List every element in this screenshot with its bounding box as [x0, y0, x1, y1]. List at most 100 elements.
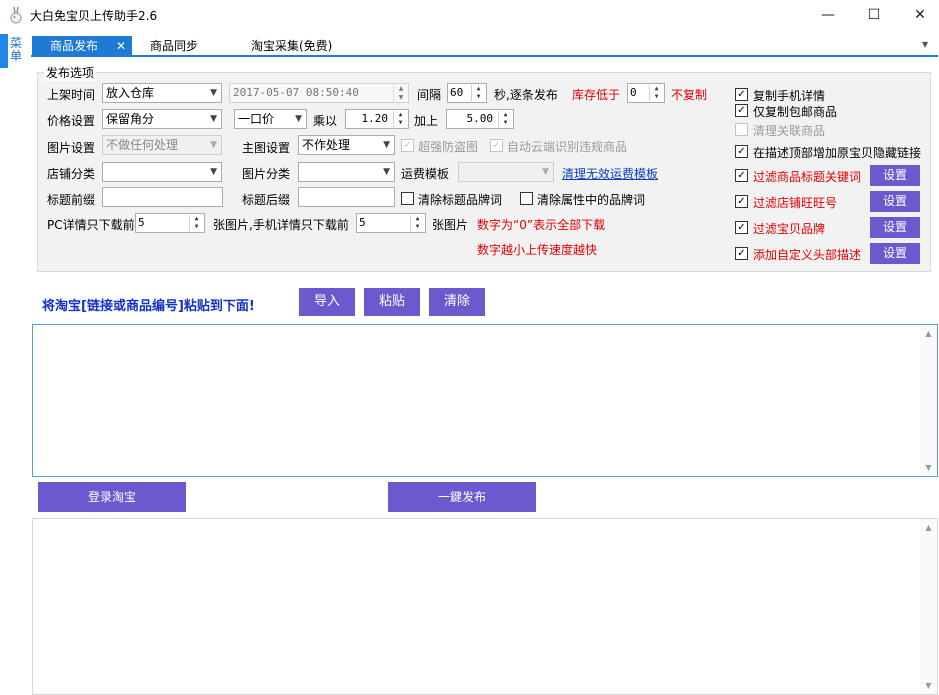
menu-toggle[interactable]: 菜单 [10, 37, 24, 63]
login-taobao-button[interactable]: 登录淘宝 [38, 482, 186, 512]
clear-button[interactable]: 清除 [429, 288, 485, 316]
link-input-area[interactable]: ▲ ▼ [32, 324, 938, 477]
clear-attr-brand-label: 清除属性中的品牌词 [537, 193, 646, 207]
mobile-detail-stepper[interactable]: 5 ▲ ▼ [356, 213, 426, 233]
tab-collect[interactable]: 淘宝采集(免费) [251, 36, 332, 56]
paste-hint: 将淘宝[链接或商品编号]粘贴到下面! [42, 299, 255, 314]
close-window-button[interactable]: ✕ [897, 0, 939, 30]
tab-close-icon[interactable]: ✕ [114, 36, 128, 56]
free-ship-checkbox[interactable]: ✓ [735, 104, 748, 117]
shipping-template-select[interactable]: ▼ [458, 162, 554, 182]
image-setting-label: 图片设置 [47, 141, 96, 155]
stock-value: 0 [630, 86, 637, 99]
stepper-arrows-icon[interactable]: ▲ ▼ [649, 85, 663, 101]
tab-sync[interactable]: 商品同步 [150, 36, 198, 56]
mobile-detail-suffix: 张图片 [432, 218, 469, 232]
interval-value: 60 [450, 86, 464, 99]
add-label: 加上 [414, 114, 439, 128]
clean-related-checkbox[interactable] [735, 123, 748, 136]
shop-category-select[interactable]: ▼ [102, 162, 222, 182]
chevron-down-icon: ▼ [383, 140, 390, 150]
price-rounding-value: 保留角分 [106, 112, 155, 126]
price-setting-label: 价格设置 [47, 114, 96, 128]
clear-attr-brand-checkbox[interactable] [520, 192, 533, 205]
tab-overflow-chevron-icon[interactable]: ▼ [922, 40, 928, 49]
chevron-down-icon: ▼ [210, 114, 217, 124]
scroll-up-icon[interactable]: ▲ [920, 329, 937, 338]
stepper-arrows-icon[interactable]: ▲ ▼ [498, 111, 512, 127]
close-icon: ✕ [914, 7, 926, 23]
download-note-speed: 数字越小上传速度越快 [477, 243, 598, 257]
datetime-spinner-icon[interactable]: ▲ ▼ [393, 84, 408, 102]
chevron-down-icon: ▼ [383, 167, 390, 177]
link-area-scrollbar[interactable]: ▲ ▼ [920, 325, 937, 476]
paste-button[interactable]: 粘贴 [364, 288, 420, 316]
list-time-value: 放入仓库 [106, 86, 155, 100]
image-mode-select[interactable]: 不做任何处理 ▼ [102, 135, 222, 155]
free-ship-label: 仅复制包邮商品 [753, 105, 838, 119]
main-image-value: 不作处理 [302, 138, 351, 152]
anti-theft-label: 超强防盗图 [418, 140, 479, 154]
filter-shop-ww-checkbox[interactable]: ✓ [735, 195, 748, 208]
stock-stepper[interactable]: 0 ▲ ▼ [627, 83, 665, 103]
copy-mobile-checkbox[interactable]: ✓ [735, 88, 748, 101]
multiply-label: 乘以 [313, 114, 338, 128]
one-click-publish-button[interactable]: 一鍵发布 [388, 482, 536, 512]
stepper-arrows-icon[interactable]: ▲ ▼ [189, 215, 203, 231]
minimize-button[interactable]: — [805, 0, 851, 30]
stepper-arrows-icon[interactable]: ▲ ▼ [393, 111, 407, 127]
add-stepper[interactable]: 5.00 ▲ ▼ [446, 109, 514, 129]
filter-brand-set-button[interactable]: 设置 [870, 217, 920, 238]
import-button[interactable]: 导入 [299, 288, 355, 316]
filter-title-kw-checkbox[interactable]: ✓ [735, 169, 748, 182]
hidden-link-checkbox[interactable]: ✓ [735, 145, 748, 158]
filter-brand-checkbox[interactable]: ✓ [735, 221, 748, 234]
add-value: 5.00 [466, 112, 494, 125]
clean-shipping-link[interactable]: 清理无效运费模板 [562, 165, 658, 182]
interval-stepper[interactable]: 60 ▲ ▼ [447, 83, 487, 103]
chevron-down-icon: ▼ [542, 167, 549, 177]
price-rounding-select[interactable]: 保留角分 ▼ [102, 109, 222, 129]
download-note-zero: 数字为“0”表示全部下载 [477, 218, 606, 232]
title-suffix-input[interactable] [298, 187, 395, 207]
filter-title-kw-label: 过滤商品标题关键词 [753, 170, 862, 184]
pc-detail-stepper[interactable]: 5 ▲ ▼ [135, 213, 205, 233]
maximize-button[interactable]: ☐ [851, 0, 897, 30]
main-image-select[interactable]: 不作处理 ▼ [298, 135, 395, 155]
datetime-value: 2017-05-07 08:50:40 [233, 86, 359, 99]
hidden-link-label: 在描述顶部增加原宝贝隐藏链接 [753, 146, 922, 160]
shop-category-label: 店铺分类 [47, 167, 96, 181]
chevron-down-icon: ▼ [210, 140, 217, 150]
maximize-icon: ☐ [867, 7, 881, 23]
list-time-label: 上架时间 [47, 88, 96, 102]
stepper-arrows-icon[interactable]: ▲ ▼ [471, 85, 485, 101]
clear-title-brand-label: 清除标题品牌词 [418, 193, 503, 207]
stepper-arrows-icon[interactable]: ▲ ▼ [410, 215, 424, 231]
multiply-stepper[interactable]: 1.20 ▲ ▼ [345, 109, 409, 129]
scroll-down-icon[interactable]: ▼ [920, 681, 937, 690]
filter-shop-ww-set-button[interactable]: 设置 [870, 191, 920, 212]
scroll-down-icon[interactable]: ▼ [920, 463, 937, 472]
pc-detail-value: 5 [138, 216, 145, 229]
log-area-scrollbar[interactable]: ▲ ▼ [920, 519, 937, 694]
anti-theft-checkbox[interactable]: ✓ [401, 139, 414, 152]
list-time-select[interactable]: 放入仓库 ▼ [102, 83, 222, 103]
cloud-check-checkbox[interactable]: ✓ [490, 139, 503, 152]
main-image-label: 主图设置 [242, 141, 291, 155]
image-category-label: 图片分类 [242, 167, 291, 181]
custom-header-label: 添加自定义头部描述 [753, 248, 862, 262]
minimize-icon: — [821, 7, 835, 23]
image-category-select[interactable]: ▼ [298, 162, 395, 182]
log-output-area[interactable]: ▲ ▼ [32, 518, 938, 695]
title-prefix-input[interactable] [102, 187, 223, 207]
filter-title-kw-set-button[interactable]: 设置 [870, 165, 920, 186]
custom-header-checkbox[interactable]: ✓ [735, 247, 748, 260]
image-mode-value: 不做任何处理 [106, 138, 179, 152]
datetime-picker[interactable]: 2017-05-07 08:50:40 [229, 83, 409, 103]
mobile-detail-value: 5 [359, 216, 366, 229]
filter-shop-ww-label: 过滤店铺旺旺号 [753, 196, 838, 210]
scroll-up-icon[interactable]: ▲ [920, 523, 937, 532]
custom-header-set-button[interactable]: 设置 [870, 243, 920, 264]
price-type-select[interactable]: 一口价 ▼ [234, 109, 307, 129]
clear-title-brand-checkbox[interactable] [401, 192, 414, 205]
